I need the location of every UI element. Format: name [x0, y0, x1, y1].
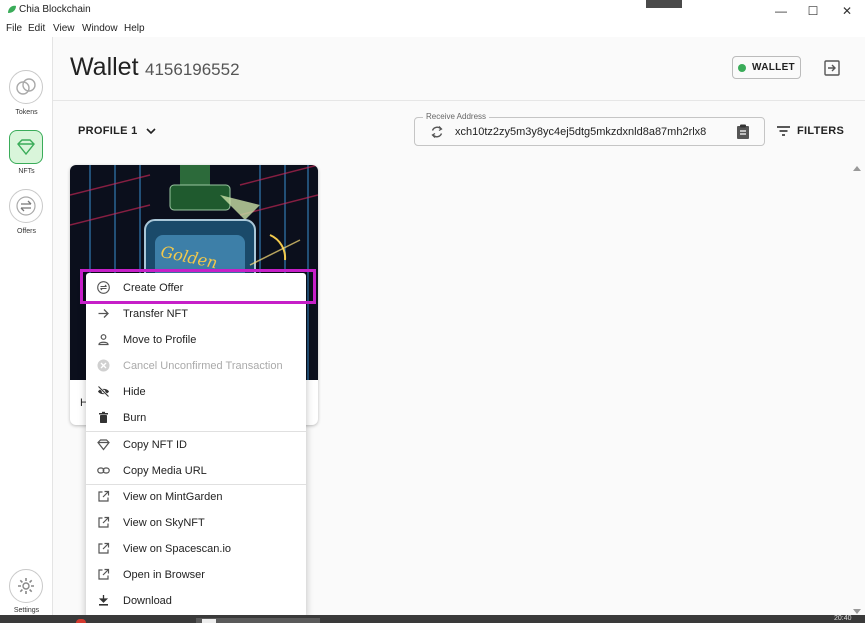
- menu-view[interactable]: View: [53, 23, 75, 34]
- download-icon: [98, 595, 109, 606]
- page-title: Wallet: [70, 53, 139, 81]
- wallet-status-label: WALLET: [752, 62, 795, 73]
- window-drag-handle[interactable]: [646, 0, 682, 8]
- menu-item-burn[interactable]: Burn: [86, 405, 306, 431]
- menu-item-view-skynft[interactable]: View on SkyNFT: [86, 510, 306, 536]
- maximize-button[interactable]: ☐: [798, 3, 828, 19]
- wallet-status-button[interactable]: WALLET: [732, 56, 801, 79]
- menu-item-hide[interactable]: Hide: [86, 379, 306, 405]
- app-title: Chia Blockchain: [19, 4, 91, 15]
- wallet-fingerprint: 4156196552: [145, 60, 240, 79]
- sidebar-item-nfts[interactable]: [9, 130, 43, 164]
- menu-item-label: Transfer NFT: [123, 308, 188, 320]
- menu-item-move-to-profile[interactable]: Move to Profile: [86, 327, 306, 353]
- wallet-header: Wallet 4156196552 WALLET: [53, 37, 865, 101]
- menu-item-label: Move to Profile: [123, 334, 197, 346]
- menu-item-view-spacescan[interactable]: View on Spacescan.io: [86, 536, 306, 562]
- taskbar: 20:40: [0, 615, 865, 623]
- sidebar: Tokens NFTs Offers Settings: [0, 37, 53, 615]
- menu-item-label: Open in Browser: [123, 569, 205, 581]
- receive-address-label: Receive Address: [423, 112, 490, 121]
- menu-help[interactable]: Help: [124, 23, 145, 34]
- menu-item-label: Burn: [123, 412, 147, 424]
- profile-label: PROFILE 1: [78, 125, 138, 137]
- logout-icon[interactable]: [823, 59, 841, 77]
- receive-address-value[interactable]: xch10tz2zy5m3y8yc4ej5dtg5mkzdxnld8a87mh2…: [455, 126, 727, 138]
- menu-item-copy-media-url[interactable]: Copy Media URL: [86, 458, 306, 484]
- close-button[interactable]: ✕: [832, 3, 862, 19]
- sidebar-label-tokens: Tokens: [15, 109, 38, 116]
- external-link-icon: [98, 516, 110, 528]
- link-icon: [97, 467, 110, 474]
- external-link-icon: [98, 490, 110, 502]
- menu-item-cancel-unconfirmed: Cancel Unconfirmed Transaction: [86, 353, 306, 379]
- menu-item-download[interactable]: Download: [86, 588, 306, 614]
- menu-item-label: Cancel Unconfirmed Transaction: [123, 360, 283, 372]
- sidebar-item-settings[interactable]: [9, 569, 43, 603]
- menu-bar: File Edit View Window Help: [0, 20, 865, 37]
- taskbar-app-icon[interactable]: [76, 619, 86, 623]
- sidebar-item-tokens[interactable]: [9, 70, 43, 104]
- external-link-icon: [98, 542, 110, 554]
- menu-item-label: View on MintGarden: [123, 491, 223, 503]
- minimize-button[interactable]: —: [766, 3, 796, 19]
- create-offer-highlight: [80, 269, 316, 304]
- chevron-down-icon: [145, 127, 156, 134]
- menu-item-copy-nft-id[interactable]: Copy NFT ID: [86, 432, 306, 458]
- menu-file[interactable]: File: [6, 23, 22, 34]
- refresh-icon[interactable]: [430, 125, 444, 139]
- menu-item-transfer-nft[interactable]: Transfer NFT: [86, 301, 306, 327]
- menu-item-label: View on Spacescan.io: [123, 543, 232, 555]
- filters-button[interactable]: FILTERS: [777, 125, 844, 137]
- sidebar-label-nfts: NFTs: [18, 168, 35, 175]
- menu-item-label: Hide: [123, 386, 146, 398]
- menu-window[interactable]: Window: [82, 23, 118, 34]
- diamond-icon: [97, 439, 110, 451]
- sidebar-item-offers[interactable]: [9, 189, 43, 223]
- offers-swap-icon: [16, 196, 36, 216]
- cancel-circle-icon: [97, 359, 110, 372]
- arrow-right-icon: [98, 309, 109, 318]
- menu-item-view-mintgarden[interactable]: View on MintGarden: [86, 484, 306, 510]
- profile-dropdown[interactable]: PROFILE 1: [78, 125, 156, 137]
- menu-item-label: Copy NFT ID: [123, 439, 187, 451]
- filter-icon: [777, 126, 790, 136]
- status-dot-icon: [738, 63, 747, 72]
- taskbar-clock: 20:40: [834, 615, 852, 622]
- filters-label: FILTERS: [797, 125, 845, 137]
- receive-address-field[interactable]: Receive Address xch10tz2zy5m3y8yc4ej5dtg…: [414, 112, 765, 146]
- chia-leaf-icon: [8, 5, 16, 13]
- menu-item-label: Download: [123, 595, 172, 607]
- tokens-icon: [16, 78, 36, 95]
- nft-toolbar: PROFILE 1 Receive Address xch10tz2zy5m3y…: [53, 101, 865, 163]
- menu-edit[interactable]: Edit: [28, 23, 45, 34]
- gear-icon: [18, 578, 34, 594]
- sidebar-label-settings: Settings: [13, 607, 40, 614]
- menu-item-label: View on SkyNFT: [123, 517, 205, 529]
- eye-off-icon: [97, 385, 110, 398]
- menu-item-open-browser[interactable]: Open in Browser: [86, 562, 306, 588]
- taskbar-window-icon: [202, 619, 216, 623]
- sidebar-label-offers: Offers: [17, 228, 36, 235]
- trash-icon: [99, 411, 108, 423]
- menu-item-label: Copy Media URL: [123, 465, 207, 477]
- nft-context-menu: Create Offer Transfer NFT Move to Profil…: [86, 273, 306, 617]
- external-link-icon: [98, 568, 110, 580]
- person-icon: [98, 334, 109, 346]
- clipboard-icon[interactable]: [736, 124, 750, 140]
- scrollbar[interactable]: [852, 165, 862, 615]
- title-bar: Chia Blockchain — ☐ ✕: [0, 0, 865, 20]
- nft-diamond-icon: [17, 139, 35, 155]
